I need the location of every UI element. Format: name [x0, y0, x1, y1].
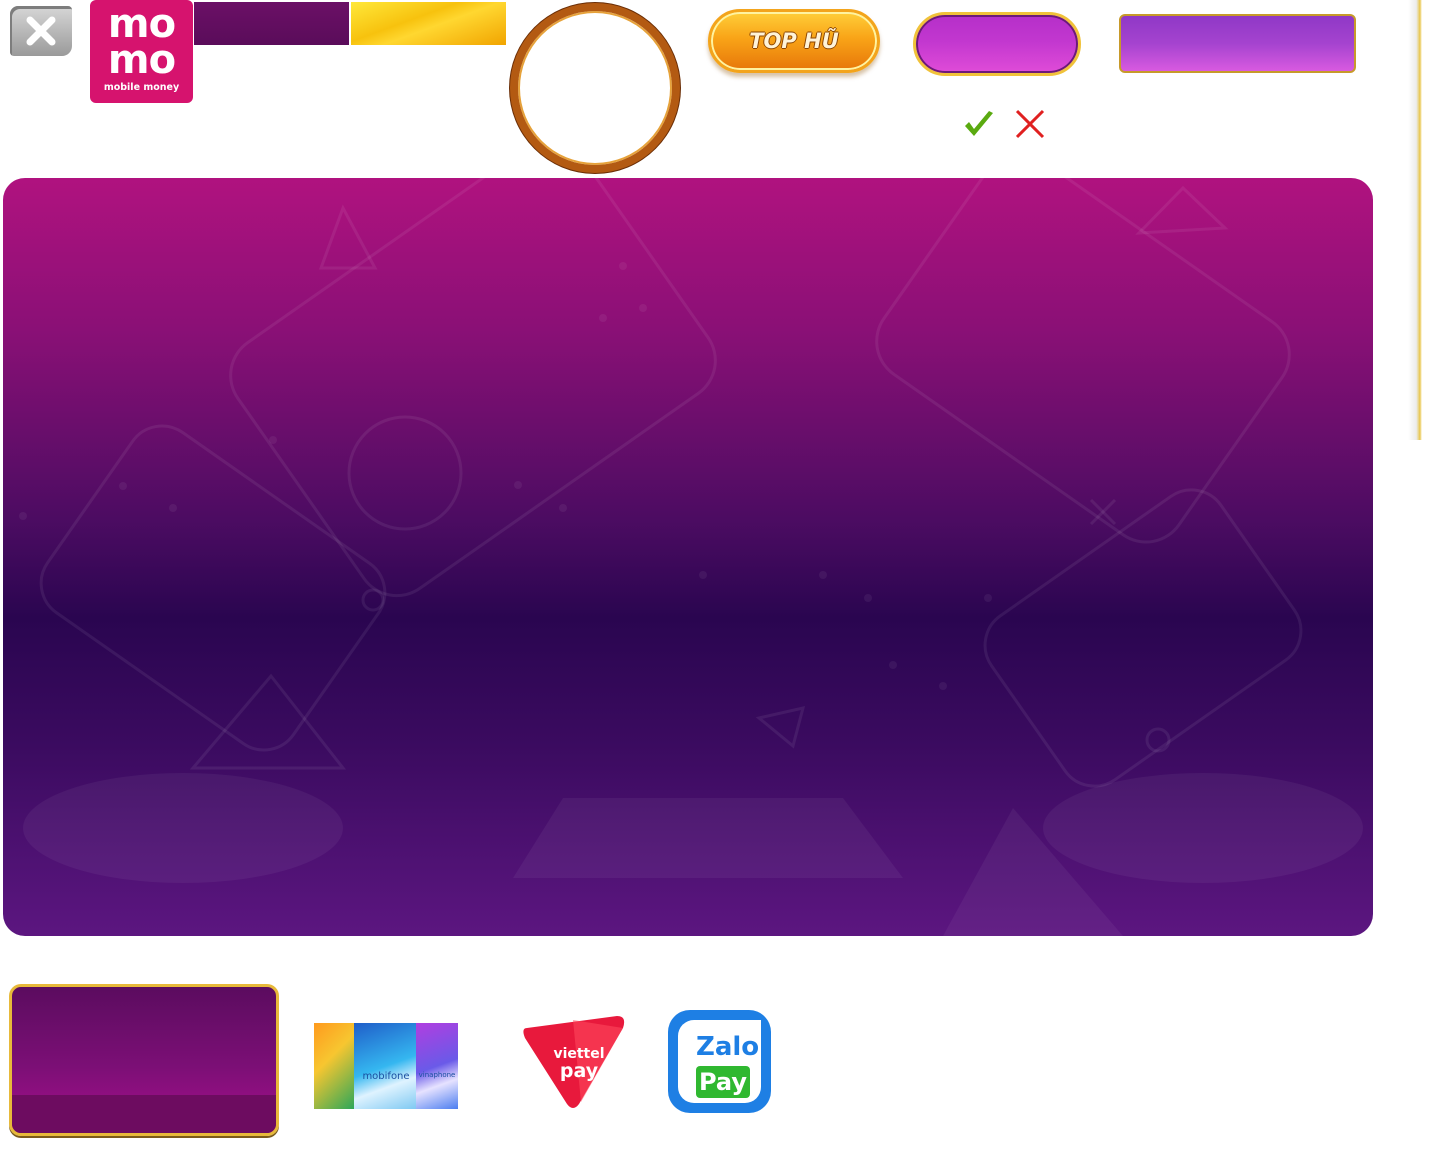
gold-framed-card[interactable] — [9, 984, 279, 1136]
main-background-panel — [3, 178, 1373, 936]
panel-decoration — [19, 178, 1363, 936]
zalopay-line2: Pay — [696, 1066, 750, 1098]
momo-logo-subtitle: mobile money — [103, 82, 180, 93]
top-hu-button-label: TOP HŨ — [749, 29, 839, 53]
card-footer-band — [12, 1095, 276, 1133]
momo-logo[interactable]: mo mo mobile money — [90, 0, 193, 103]
purple-bar-asset — [194, 2, 349, 45]
viettelpay-logo[interactable]: viettel pay — [523, 1014, 627, 1110]
x-icon[interactable] — [1014, 108, 1046, 140]
purple-rect-button[interactable] — [1119, 14, 1356, 73]
gold-bar-asset — [351, 2, 506, 45]
purple-pill-button[interactable] — [913, 12, 1081, 76]
momo-logo-line2: mo — [107, 37, 176, 83]
phone-cards-image[interactable]: mobifone vinaphone — [314, 1023, 458, 1109]
close-button[interactable] — [10, 6, 72, 56]
zalopay-line1: Zalo — [696, 1032, 760, 1062]
mobifone-card: mobifone — [354, 1023, 418, 1109]
check-icon[interactable] — [962, 108, 996, 142]
vinaphone-card: vinaphone — [416, 1023, 458, 1109]
top-hu-button[interactable]: TOP HŨ — [708, 9, 880, 73]
viettel-card — [314, 1023, 356, 1109]
mobifone-card-label: mobifone — [362, 1071, 410, 1082]
close-icon — [26, 16, 56, 46]
zalopay-logo[interactable]: Zalo Pay — [668, 1010, 771, 1113]
side-edge-strip — [1408, 0, 1422, 440]
avatar-frame — [510, 3, 680, 173]
vinaphone-card-label: vinaphone — [418, 1071, 456, 1079]
viettelpay-line2: pay — [560, 1060, 599, 1082]
